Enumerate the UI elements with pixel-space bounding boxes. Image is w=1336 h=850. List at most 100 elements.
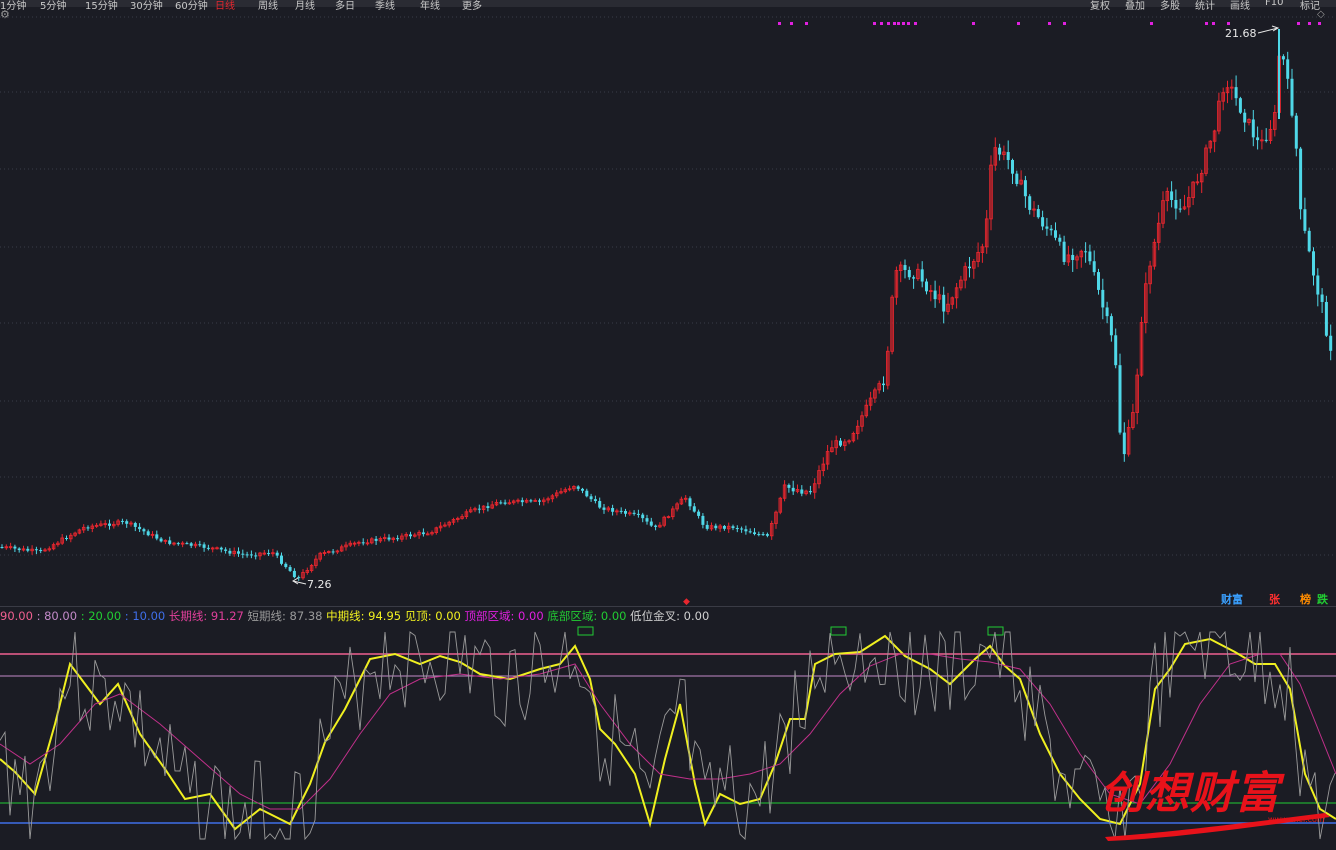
candle-body: [1092, 261, 1096, 273]
toolbar-item[interactable]: 复权: [1090, 0, 1110, 12]
signal-dot: [1150, 22, 1153, 25]
toolbar-item[interactable]: F10: [1265, 0, 1283, 8]
indicator-value: 短期线: 87.38: [247, 609, 327, 623]
candle-body: [241, 553, 245, 555]
indicator-value: 低位金叉: 0.00: [630, 609, 710, 623]
toolbar-item[interactable]: 更多: [462, 0, 482, 12]
candle-body: [1101, 289, 1105, 308]
candles: [0, 45, 1333, 581]
candle-body: [744, 529, 748, 532]
toolbar-item[interactable]: 多日: [335, 0, 355, 12]
candle-body: [1320, 294, 1324, 302]
toolbar-item[interactable]: 画线: [1230, 0, 1250, 12]
candle-body: [189, 543, 193, 546]
toolbar-item[interactable]: 1分钟: [0, 0, 26, 12]
candle-body: [636, 513, 640, 515]
candle-body: [1243, 112, 1247, 123]
candle-body: [1234, 87, 1238, 99]
candle-body: [1264, 139, 1268, 141]
candle-body: [1118, 365, 1122, 433]
top-signal-box: [830, 626, 847, 636]
candle-body: [1088, 251, 1092, 262]
watermark-url: www.cxcf.com: [1268, 815, 1325, 824]
signal-dot: [1297, 22, 1300, 25]
candle-body: [228, 550, 232, 554]
indicator-header: 90.00 : 80.00 : 20.00 : 10.00 长期线: 91.27…: [0, 608, 709, 624]
candle-body: [581, 488, 584, 491]
candle-body: [598, 501, 602, 508]
candle-body: [146, 531, 150, 536]
indicator-value: 中期线: 94.95: [326, 609, 405, 623]
toolbar-item[interactable]: 多股: [1160, 0, 1180, 12]
candle-body: [903, 265, 907, 270]
candle-body: [800, 489, 804, 494]
candle-body: [1109, 316, 1113, 336]
candle-body: [765, 534, 769, 536]
indicator-value: 长期线: 91.27: [168, 609, 248, 623]
signal-dot: [1212, 22, 1215, 25]
signal-tag[interactable]: 跌: [1316, 591, 1329, 607]
candle-body: [1058, 237, 1062, 242]
candle-body: [34, 549, 38, 551]
signal-tag[interactable]: 财富: [1220, 591, 1244, 607]
candle-body: [968, 266, 971, 269]
toolbar-item[interactable]: 月线: [295, 0, 315, 12]
candle-body: [39, 550, 43, 552]
toolbar-item[interactable]: 标记: [1300, 0, 1320, 12]
level-label: 90.00: [0, 609, 37, 623]
candle-body: [198, 544, 202, 546]
candle-body: [267, 553, 271, 555]
toolbar-item[interactable]: 15分钟: [85, 0, 118, 12]
toolbar-item[interactable]: 年线: [420, 0, 440, 12]
signal-dot: [1308, 22, 1311, 25]
candle-body: [705, 524, 709, 529]
candle-body: [722, 525, 726, 529]
candle-body: [1049, 228, 1053, 231]
candle-body: [697, 511, 701, 516]
candle-body: [26, 548, 30, 551]
candle-body: [0, 547, 4, 548]
candle-body: [1122, 432, 1126, 455]
signal-dot: [1205, 22, 1208, 25]
candle-body: [245, 554, 249, 556]
candle-body: [787, 484, 791, 488]
signal-dot: [893, 22, 896, 25]
candle-body: [503, 502, 507, 504]
toolbar-item[interactable]: 统计: [1195, 0, 1215, 12]
candle-body: [1299, 148, 1303, 210]
candle-body: [602, 507, 606, 510]
toolbar-item[interactable]: 日线: [215, 0, 235, 12]
candle-body: [576, 486, 580, 489]
toolbar-item[interactable]: 周线: [258, 0, 278, 12]
toolbar-item[interactable]: 60分钟: [175, 0, 208, 12]
toolbar-item[interactable]: 5分钟: [40, 0, 66, 12]
high-arrow-icon: [1257, 25, 1280, 34]
candle-body: [185, 543, 189, 545]
low-price-label: 7.26: [307, 578, 332, 591]
candle-body: [1006, 152, 1010, 160]
candle-body: [1281, 56, 1285, 60]
candle-body: [654, 525, 658, 527]
candle-body: [288, 567, 292, 571]
indicator-value: 见顶: 0.00: [404, 609, 465, 623]
candle-body: [920, 269, 924, 282]
candle-body: [1041, 217, 1045, 227]
candle-body: [155, 534, 159, 539]
toolbar-item[interactable]: 30分钟: [130, 0, 163, 12]
toolbar-item[interactable]: 季线: [375, 0, 395, 12]
candle-body: [589, 496, 593, 500]
signal-tag[interactable]: 张: [1268, 591, 1281, 607]
toolbar-item[interactable]: 叠加: [1125, 0, 1145, 12]
signal-tag[interactable]: 榜: [1299, 591, 1312, 607]
candle-body: [284, 563, 288, 568]
candlestick-chart[interactable]: 21.68 7.26 ◆: [0, 7, 1336, 606]
candle-body: [120, 520, 124, 522]
candle-body: [1290, 78, 1294, 116]
candle-body: [1028, 196, 1032, 210]
candle-body: [361, 542, 365, 544]
signal-dot: [1063, 22, 1066, 25]
candle-body: [499, 502, 503, 504]
watermark-logo: 创想财富: [1100, 768, 1280, 819]
signal-dot: [778, 22, 781, 25]
candle-body: [108, 523, 111, 526]
